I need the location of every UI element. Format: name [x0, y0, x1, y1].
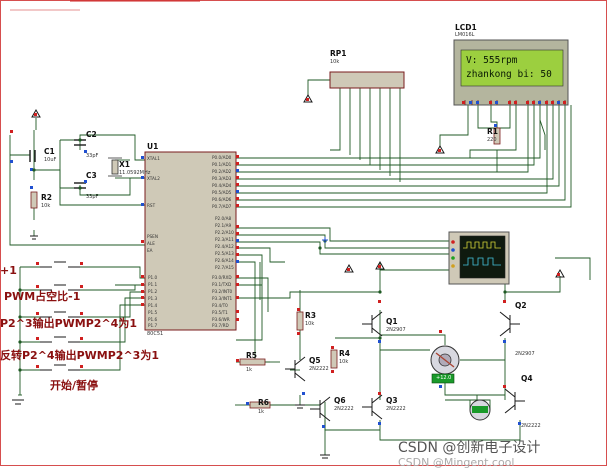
resistor-r3: [296, 311, 304, 331]
r5-ref-label: R5: [246, 351, 257, 360]
mcu-pin-ea: EA: [147, 248, 153, 253]
resistor-r2: [30, 191, 38, 209]
crystal-x1: [111, 159, 119, 175]
mcu-pin-p13: P1.3: [148, 296, 158, 301]
mcu-pin-ale: ALE: [147, 241, 155, 246]
mcu-pin-xtal1: XTAL1: [147, 156, 160, 161]
mcu-pin-p31: P3.1/TXD: [212, 282, 232, 287]
c3-ref-label: C3: [86, 171, 97, 180]
button-label-forward[interactable]: P2^3输出PWMP2^4为1: [0, 318, 137, 329]
r4-value-label: 10k: [339, 359, 349, 365]
r1-ref-label: R1: [487, 127, 498, 136]
mcu-pin-p30: P3.0/RXD: [212, 275, 232, 280]
q6-ref-label: Q6: [334, 396, 346, 405]
lcd-line-1: V: 555rpm: [466, 55, 518, 66]
button-label-pwm-minus1[interactable]: PWM占空比-1: [4, 291, 80, 302]
watermark-shadow: CSDN @Mingent.cool: [398, 456, 515, 469]
mcu-pin-p17: P1.7: [148, 323, 158, 328]
button-label-plus1[interactable]: +1: [0, 265, 17, 276]
mcu-pin-p34: P3.4/T0: [212, 303, 228, 308]
r6-value-label: 1k: [258, 409, 265, 415]
q5-ref-label: Q5: [309, 356, 321, 365]
mcu-pin-p11: P1.1: [148, 282, 158, 287]
r2-ref-label: R2: [41, 193, 52, 202]
mcu-pin-p33: P3.3/INT1: [212, 296, 233, 301]
resistor-r4: [330, 349, 338, 369]
q3-ref-label: Q3: [386, 396, 398, 405]
mcu-pin-p23: P2.3/A11: [215, 237, 234, 242]
mcu-pin-p26: P2.6/A14: [215, 258, 234, 263]
lcd-ref-label: LCD1: [455, 23, 477, 32]
button-label-start-pause[interactable]: 开始/暂停: [50, 380, 98, 391]
x1-ref-label: X1: [119, 160, 131, 169]
q1-value-label: 2N2907: [386, 327, 406, 333]
mcu-pin-psen: PSEN: [147, 234, 158, 239]
r3-ref-label: R3: [305, 311, 316, 320]
mcu-pin-p12: P1.2: [148, 289, 158, 294]
lcd-line-2: zhankong bi: 50: [466, 69, 552, 80]
mcu-pin-p15: P1.5: [148, 310, 158, 315]
c2-value-label: 33pF: [86, 153, 99, 159]
mcu-pin-p03: P0.3/AD3: [212, 176, 232, 181]
r3-value-label: 10k: [305, 321, 315, 327]
mcu-pin-p35: P3.5/T1: [212, 310, 228, 315]
mcu-pin-p21: P2.1/A9: [215, 223, 232, 228]
q2-ref-label: Q2: [515, 301, 527, 310]
mcu-pin-p06: P0.6/AD6: [212, 197, 232, 202]
q1-ref-label: Q1: [386, 317, 398, 326]
mcu-pin-xtal2: XTAL2: [147, 176, 160, 181]
mcu-pin-p37: P3.7/RD: [212, 323, 229, 328]
c1-value-label: 10uF: [44, 157, 57, 163]
r6-ref-label: R6: [258, 398, 269, 407]
motor-speed-readout: +12.0: [436, 375, 452, 381]
q4-value-label: 2N2222: [521, 423, 541, 429]
rp1-value-label: 10k: [330, 59, 340, 65]
mcu-pin-p32: P3.2/INT0: [212, 289, 233, 294]
mcu-pin-p00: P0.0/AD0: [212, 155, 232, 160]
mcu-pin-p14: P1.4: [148, 303, 158, 308]
c2-ref-label: C2: [86, 130, 97, 139]
mcu-pin-p07: P0.7/AD7: [212, 204, 232, 209]
q6-value-label: 2N2222: [334, 406, 354, 412]
oscilloscope: [448, 231, 510, 285]
q2-value-label: 2N2907: [515, 351, 535, 357]
mcu-pin-p22: P2.2/A10: [215, 230, 234, 235]
q5-value-label: 2N2222: [309, 366, 329, 372]
r5-value-label: 1k: [246, 367, 253, 373]
mcu-pin-p24: P2.4/A12: [215, 244, 234, 249]
r1-value-label: 220: [487, 137, 497, 143]
q4-ref-label: Q4: [521, 374, 533, 383]
rp1-ref-label: RP1: [330, 49, 347, 58]
mcu-model-label: 80C51: [147, 331, 164, 337]
q3-value-label: 2N2222: [386, 406, 406, 412]
mcu-pin-p36: P3.6/WR: [212, 317, 230, 322]
r4-ref-label: R4: [339, 349, 350, 358]
x1-value-label: 11.0592MHz: [119, 170, 151, 176]
mcu-pin-p25: P2.5/A13: [215, 251, 234, 256]
mcu-pin-p16: P1.6: [148, 317, 158, 322]
mcu-pin-p10: P1.0: [148, 275, 158, 280]
mcu-pin-p20: P2.0/A8: [215, 216, 232, 221]
mcu-pin-p04: P0.4/AD4: [212, 183, 232, 188]
watermark: CSDN @创新电子设计: [398, 440, 541, 456]
r2-value-label: 10k: [41, 203, 51, 209]
mcu-pin-p01: P0.1/AD1: [212, 162, 232, 167]
mcu-pin-p02: P0.2/AD2: [212, 169, 232, 174]
voltmeter: [469, 399, 491, 421]
button-label-reverse[interactable]: 反转P2^4输出PWMP2^3为1: [0, 350, 159, 361]
c1-ref-label: C1: [44, 147, 55, 156]
mcu-pin-rst: RST: [147, 203, 156, 208]
mcu-pin-p05: P0.5/AD5: [212, 190, 232, 195]
c3-value-label: 33pF: [86, 194, 99, 200]
mcu-pin-p27: P2.7/A15: [215, 265, 234, 270]
mcu-ref-label: U1: [147, 142, 159, 151]
rp1-body: [329, 71, 405, 89]
lcd-model-label: LM016L: [455, 32, 475, 38]
